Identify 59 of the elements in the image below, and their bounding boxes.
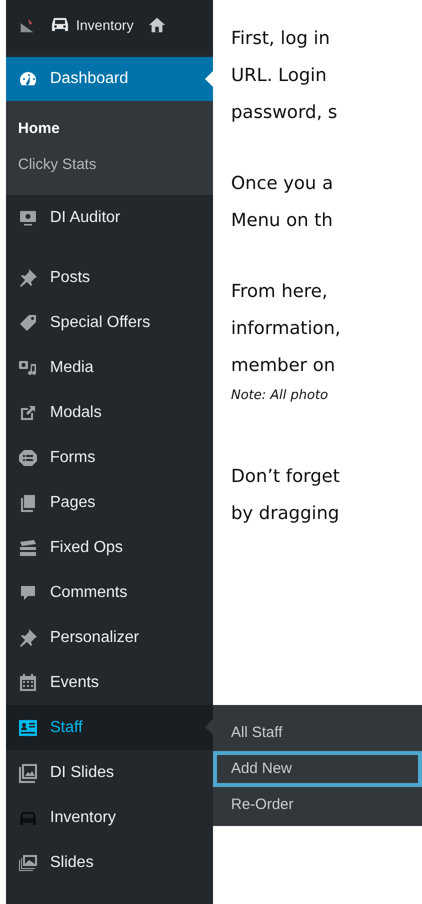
sidebar-item-label: DI Slides [50, 764, 114, 782]
sidebar-item-label: Slides [50, 854, 94, 872]
sidebar-item[interactable]: Fixed Ops [6, 525, 213, 570]
sidebar-item[interactable]: Media [6, 345, 213, 390]
sidebar-item-label: Forms [50, 448, 96, 466]
image-stack-icon [18, 762, 38, 782]
sidebar-item[interactable]: Forms [6, 435, 213, 480]
sidebar-item[interactable]: Slides [6, 840, 213, 885]
pin-icon [18, 268, 38, 288]
flyout-item[interactable]: Re-Order [213, 787, 422, 823]
body-text: information, [231, 317, 342, 341]
site-link[interactable]: Inventory [50, 15, 134, 35]
submenu-item[interactable]: Home [6, 111, 213, 147]
sidebar-item[interactable]: DI Slides [6, 750, 213, 795]
sidebar-item-label: Modals [50, 404, 102, 422]
pages-icon [18, 492, 38, 512]
id-card-icon [18, 718, 38, 738]
sidebar-item[interactable]: Modals [6, 390, 213, 435]
flyout-item[interactable]: All Staff [213, 715, 422, 751]
sidebar-item[interactable]: DI Auditor [6, 195, 213, 240]
calendar-icon [18, 672, 38, 692]
sidebar-item[interactable]: Posts [6, 255, 213, 300]
pin-icon [18, 628, 38, 648]
sidebar-item-label: DI Auditor [50, 208, 120, 226]
sidebar-item-label: Personalizer [50, 628, 139, 646]
body-text: URL. Login [231, 64, 328, 88]
body-text: password, s [231, 101, 338, 125]
sidebar-item[interactable]: Dashboard [6, 57, 213, 101]
sidebar-item-label: Media [50, 358, 94, 376]
sidebar-item-label: Events [50, 674, 99, 692]
sidebar-item[interactable]: Events [6, 660, 213, 705]
flyout-item[interactable]: Add New [213, 751, 422, 787]
site-name: Inventory [76, 17, 134, 33]
slides-icon [18, 852, 38, 872]
body-text: From here, [231, 280, 329, 304]
body-text: by dragging [231, 502, 340, 526]
sidebar-item[interactable]: Special Offers [6, 300, 213, 345]
sidebar-item-label: Staff [50, 718, 83, 736]
sidebar-item-label: Special Offers [50, 314, 150, 332]
body-text: member on [231, 354, 336, 378]
body-text: Menu on th [231, 209, 334, 233]
submenu-item[interactable]: Clicky Stats [6, 147, 213, 183]
body-text: Don’t forget [231, 465, 341, 489]
tickets-icon [18, 538, 38, 558]
sidebar-item-label: Fixed Ops [50, 538, 123, 556]
note-text: Note: All photo [231, 387, 330, 405]
sidebar-item[interactable]: Pages [6, 480, 213, 525]
sidebar-item-label: Dashboard [50, 70, 128, 88]
sidebar-item-label: Posts [50, 268, 90, 286]
sidebar-item[interactable]: Personalizer [6, 615, 213, 660]
body-text: First, log in [231, 27, 331, 51]
home-icon[interactable] [148, 16, 166, 34]
sidebar-item-label: Comments [50, 584, 128, 602]
tag-icon [18, 312, 38, 332]
current-pointer [205, 71, 213, 87]
form-icon [18, 448, 38, 468]
sidebar-item[interactable]: Comments [6, 570, 213, 615]
sidebar-item-label: Pages [50, 494, 96, 512]
body-text: Once you a [231, 172, 334, 196]
